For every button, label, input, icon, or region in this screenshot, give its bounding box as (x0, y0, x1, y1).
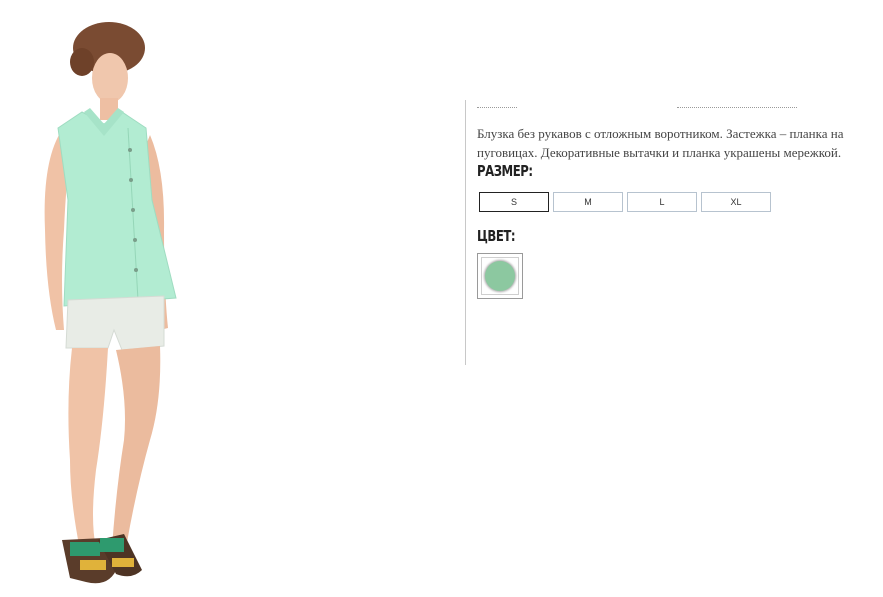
color-swatch-mint[interactable] (477, 253, 523, 299)
size-option-m[interactable]: M (553, 192, 623, 212)
size-heading: РАЗМЕР: (477, 162, 533, 180)
product-photo (0, 0, 240, 597)
dotted-rule-right (677, 107, 797, 108)
size-selector: S M L XL (479, 192, 771, 212)
left-leg (68, 348, 108, 550)
color-swatch-frame (481, 257, 519, 295)
dotted-rule-left (477, 107, 517, 108)
product-page: Блузка без рукавов с отложным воротником… (0, 0, 883, 597)
color-heading: ЦВЕТ: (477, 227, 516, 245)
panel-divider (465, 100, 466, 365)
size-option-xl[interactable]: XL (701, 192, 771, 212)
shorts-shape (65, 295, 165, 351)
product-description: Блузка без рукавов с отложным воротником… (477, 126, 844, 160)
color-swatch-dot (485, 261, 515, 291)
face-shape (92, 53, 128, 103)
right-leg (112, 346, 161, 548)
size-option-l[interactable]: L (627, 192, 697, 212)
size-option-s[interactable]: S (479, 192, 549, 212)
model-illustration (44, 22, 177, 584)
